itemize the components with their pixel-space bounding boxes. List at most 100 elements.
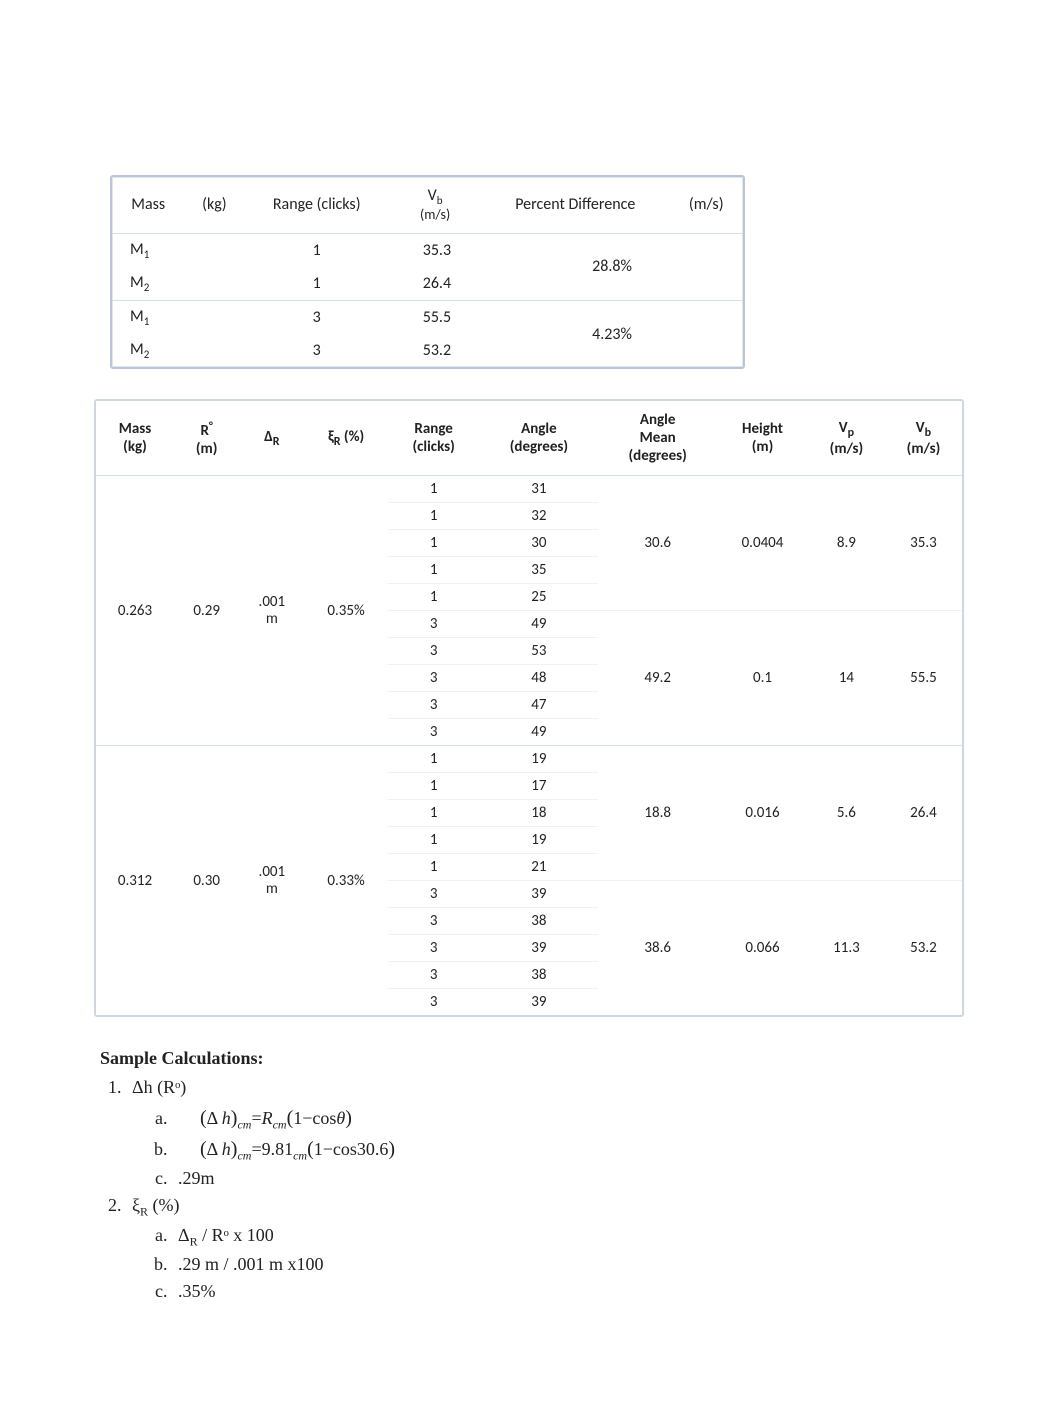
angle-cell: 18 [480,800,599,827]
vb-cell: 35.3 [885,476,962,611]
mass-cell: M1 [112,301,244,335]
vb-cell: 53.2 [389,334,481,367]
table-row: 0.2630.29.001m0.35%13130.60.04048.935.3 [96,476,962,503]
col-vb: Vb(m/s) [885,401,962,476]
calcs-heading: Sample Calculations: [100,1045,962,1072]
mass-main: M [130,307,144,326]
angle-cell: 53 [480,638,599,665]
range-cell: 3 [388,881,480,908]
angle-cell: 25 [480,584,599,611]
calc-item-2: ξR (%) ΔR / Rᵒ x 100 .29 m / .001 m x100… [126,1192,962,1305]
pd-cell: 4.23% [481,301,743,368]
formula-1b: (Δ h)cm=9.81cm(1−cos30.6) [178,1134,395,1165]
vp-cell: 14 [808,611,885,746]
calc-1a: (Δ h)cm=Rcm(1−cosθ) [172,1103,962,1134]
range-cell: 1 [244,233,389,267]
col-range: Range (clicks) [244,177,389,233]
range-cell: 3 [244,301,389,335]
col-vp: Vp(m/s) [808,401,885,476]
angle-cell: 49 [480,611,599,638]
height-cell: 0.016 [717,746,808,881]
calc-1-label: Δh (Rᵒ) [132,1077,186,1097]
range-cell: 3 [388,719,480,746]
angle-cell: 19 [480,827,599,854]
table-header-row: Mass(kg) R°(m) ΔR ξR (%) Range(clicks) [96,401,962,476]
range-cell: 3 [388,611,480,638]
angle-cell: 47 [480,692,599,719]
col-angle: Angle(degrees) [480,401,599,476]
mass-cell: M2 [112,267,244,301]
angle-cell: 48 [480,665,599,692]
col-height: Height(m) [717,401,808,476]
angle-cell: 39 [480,989,599,1016]
col-xi: ξR (%) [304,401,387,476]
range-cell: 1 [388,530,480,557]
range-cell: 1 [388,854,480,881]
angle-cell: 49 [480,719,599,746]
angle-cell: 32 [480,503,599,530]
mass-main: M [130,340,144,359]
calc-1b: (Δ h)cm=9.81cm(1−cos30.6) [172,1134,962,1165]
mass-cell: M1 [112,233,244,267]
angle-mean-cell: 49.2 [598,611,717,746]
summary-table: Mass (kg) Range (clicks) Vb (m/s) Percen… [112,177,743,367]
height-cell: 0.1 [717,611,808,746]
vp-cell: 5.6 [808,746,885,881]
vp-cell: 11.3 [808,881,885,1016]
range-cell: 1 [388,503,480,530]
col-pd: Percent Difference [481,177,669,233]
table-row: M1 3 55.5 4.23% [112,301,743,335]
angle-cell: 39 [480,935,599,962]
range-cell: 1 [388,557,480,584]
document-page: Mass (kg) Range (clicks) Vb (m/s) Percen… [0,0,1062,1405]
table-row: M1 1 35.3 28.8% [112,233,743,267]
angle-cell: 21 [480,854,599,881]
angle-mean-cell: 30.6 [598,476,717,611]
calc-1-sublist: (Δ h)cm=Rcm(1−cosθ) (Δ h)cm=9.81cm(1−cos… [132,1103,962,1191]
col-r: R°(m) [174,401,239,476]
data-table: Mass(kg) R°(m) ΔR ξR (%) Range(clicks) [96,401,962,1015]
range-cell: 3 [388,692,480,719]
formula-1a: (Δ h)cm=Rcm(1−cosθ) [178,1103,352,1134]
range-cell: 1 [388,773,480,800]
col-ms: (m/s) [669,177,743,233]
r-cell: 0.29 [174,476,239,746]
summary-table-container: Mass (kg) Range (clicks) Vb (m/s) Percen… [110,175,745,369]
delta-cell: .001m [239,746,304,1016]
vb-unit: (m/s) [399,207,471,222]
mass-sub: 1 [144,248,150,261]
range-cell: 3 [388,935,480,962]
data-table-container: Mass(kg) R°(m) ΔR ξR (%) Range(clicks) [94,399,964,1017]
angle-cell: 19 [480,746,599,773]
vb-cell: 53.2 [885,881,962,1016]
range-cell: 3 [244,334,389,367]
angle-cell: 38 [480,962,599,989]
mass-main: M [130,240,144,259]
calc-2-sublist: ΔR / Rᵒ x 100 .29 m / .001 m x100 .35% [132,1222,962,1305]
xi-cell: 0.33% [304,746,387,1016]
calcs-list: Δh (Rᵒ) (Δ h)cm=Rcm(1−cosθ) (Δ h)cm=9.81… [100,1074,962,1304]
angle-cell: 35 [480,557,599,584]
data-table-body: 0.2630.29.001m0.35%13130.60.04048.935.31… [96,476,962,1016]
vb-cell: 55.5 [389,301,481,335]
range-cell: 3 [388,962,480,989]
vp-cell: 8.9 [808,476,885,611]
height-cell: 0.066 [717,881,808,1016]
xi-cell: 0.35% [304,476,387,746]
calc-1c: .29m [172,1165,962,1192]
angle-cell: 30 [480,530,599,557]
r-cell: 0.30 [174,746,239,1016]
mass-sub: 2 [144,281,150,294]
range-cell: 3 [388,908,480,935]
mass-cell: 0.312 [96,746,174,1016]
vb-cell: 26.4 [885,746,962,881]
angle-cell: 39 [480,881,599,908]
range-cell: 1 [388,800,480,827]
vb-cell: 35.3 [389,233,481,267]
mass-sub: 1 [144,315,150,328]
mass-sub: 2 [144,348,150,361]
angle-mean-cell: 38.6 [598,881,717,1016]
range-cell: 1 [244,267,389,301]
sample-calculations: Sample Calculations: Δh (Rᵒ) (Δ h)cm=Rcm… [100,1045,962,1304]
col-angle-mean: AngleMean(degrees) [598,401,717,476]
